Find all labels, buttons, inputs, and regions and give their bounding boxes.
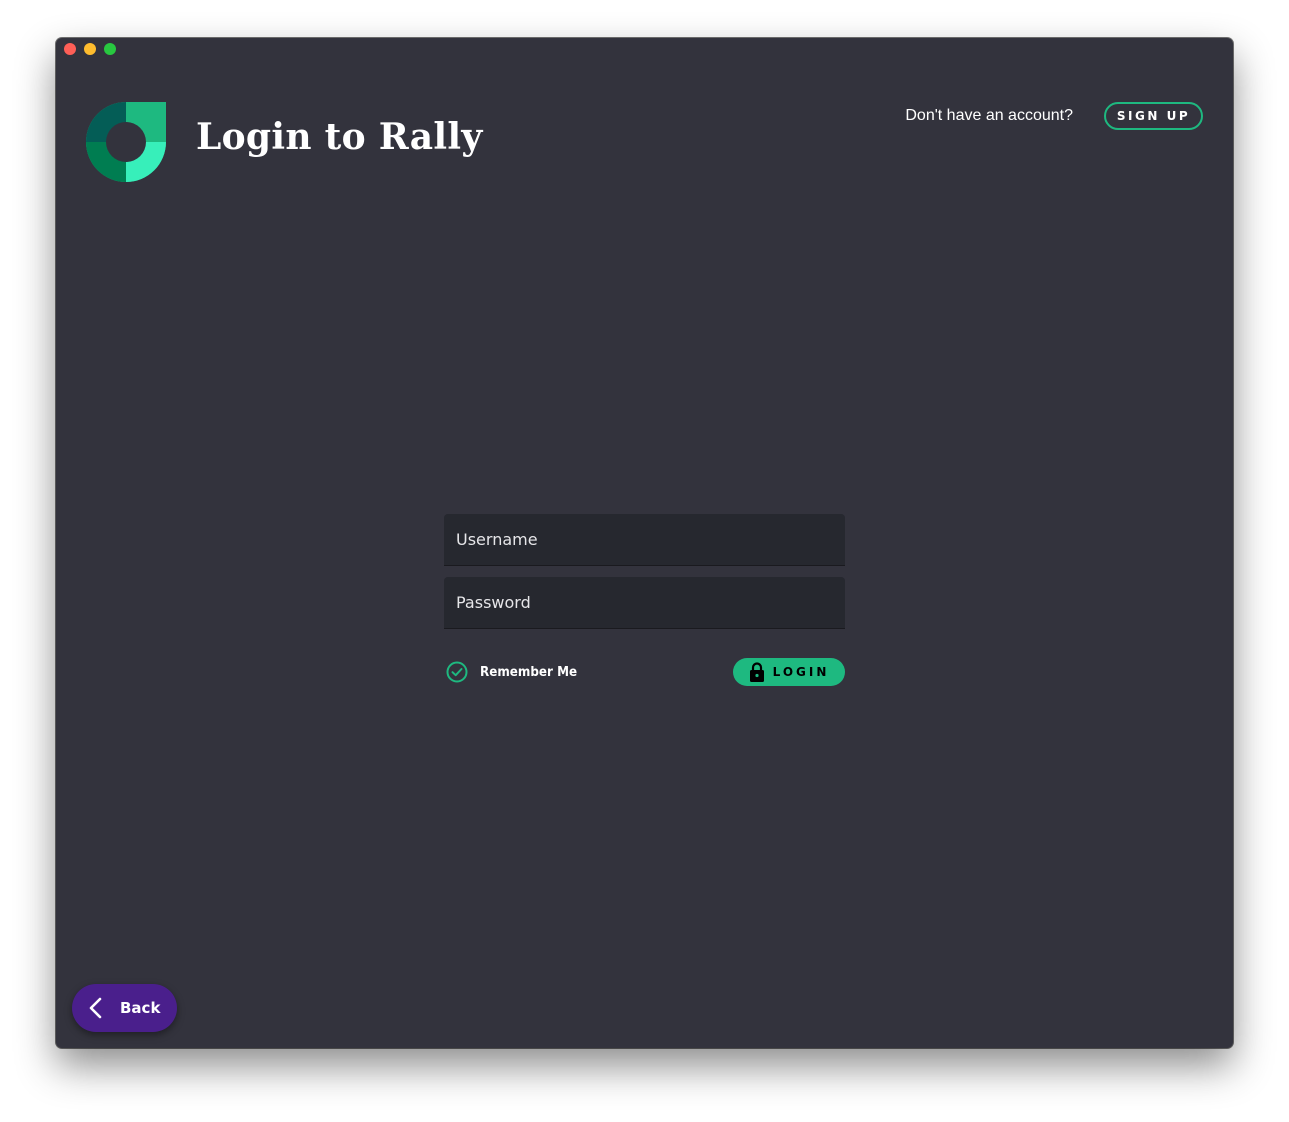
password-field bbox=[444, 577, 845, 629]
remember-me-checkbox[interactable]: Remember Me bbox=[444, 658, 586, 686]
window-controls bbox=[64, 43, 116, 55]
username-field bbox=[444, 514, 845, 566]
app-window: Login to Rally Don't have an account? SI… bbox=[56, 38, 1233, 1048]
close-window-button[interactable] bbox=[64, 43, 76, 55]
page-title: Login to Rally bbox=[196, 116, 483, 158]
rally-logo-icon bbox=[86, 102, 166, 182]
check-circle-icon bbox=[446, 661, 468, 683]
password-input[interactable] bbox=[444, 577, 845, 628]
login-label: LOGIN bbox=[772, 665, 830, 679]
remember-me-label: Remember Me bbox=[480, 664, 578, 680]
minimize-window-button[interactable] bbox=[84, 43, 96, 55]
back-button[interactable]: Back bbox=[72, 984, 177, 1032]
chevron-left-icon bbox=[89, 997, 102, 1019]
account-prompt: Don't have an account? bbox=[905, 107, 1073, 124]
sign-up-button[interactable]: SIGN UP bbox=[1104, 102, 1203, 130]
lock-icon bbox=[749, 662, 764, 682]
username-input[interactable] bbox=[444, 514, 845, 565]
maximize-window-button[interactable] bbox=[104, 43, 116, 55]
login-button[interactable]: LOGIN bbox=[733, 658, 845, 686]
back-label: Back bbox=[120, 999, 161, 1017]
